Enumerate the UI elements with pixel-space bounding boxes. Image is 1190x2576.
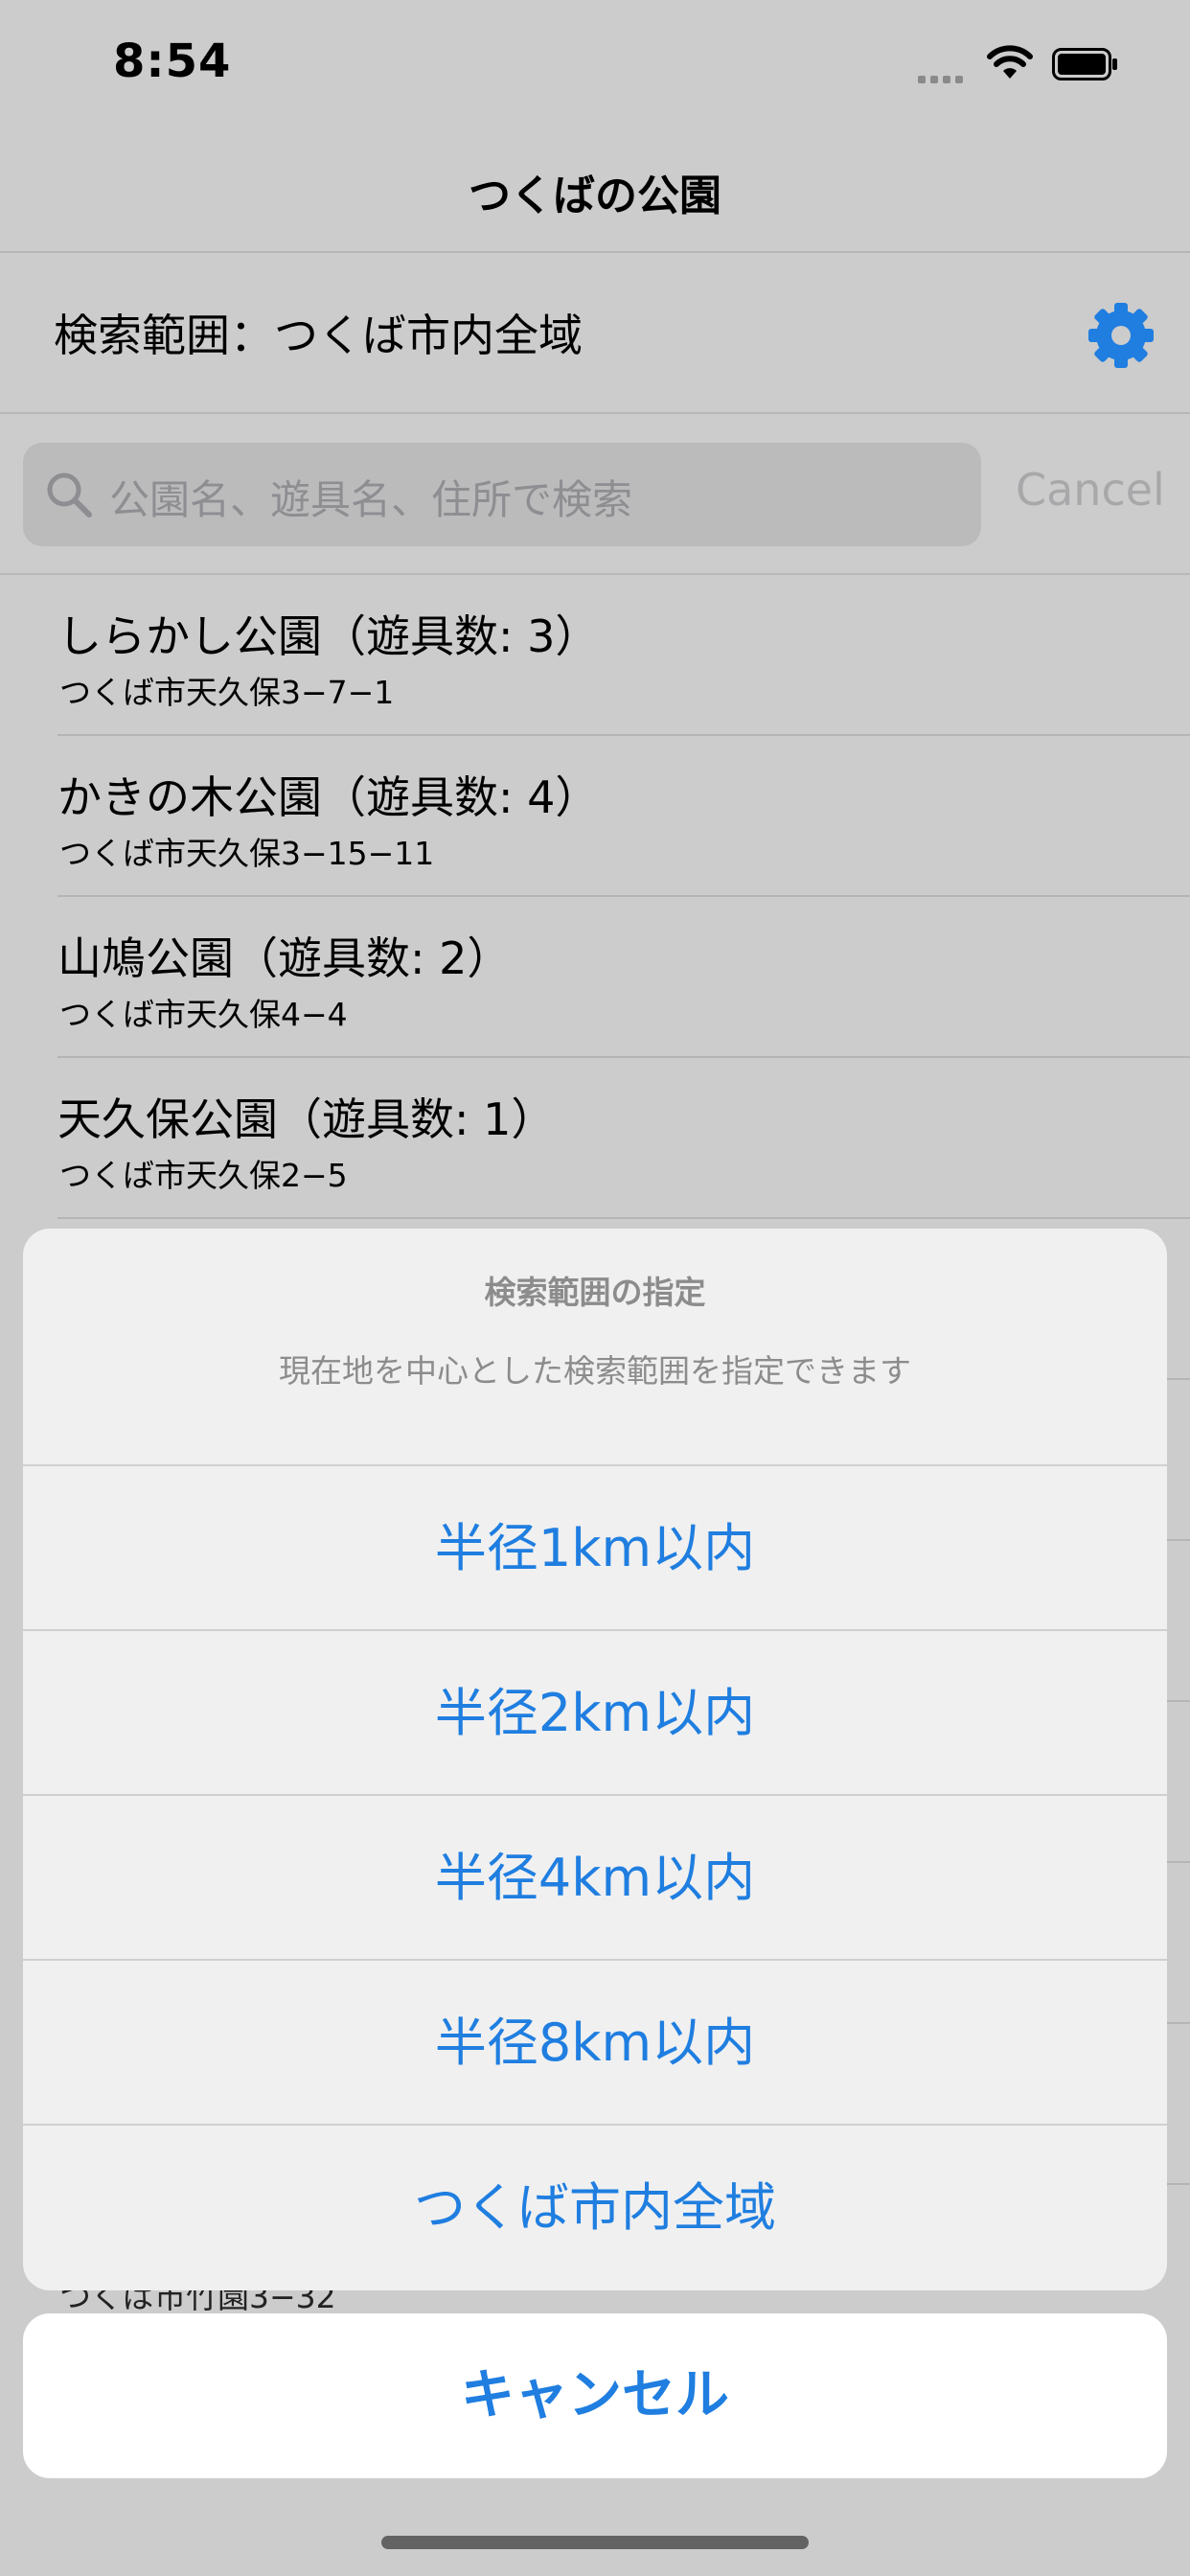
home-indicator[interactable] xyxy=(381,2536,809,2549)
list-item[interactable]: しらかし公園（遊具数: 3） つくば市天久保3−7−1 xyxy=(0,575,1190,736)
nav-bar: つくばの公園 xyxy=(0,134,1190,253)
page-title: つくばの公園 xyxy=(469,172,721,220)
option-radius-2km[interactable]: 半径2km以内 xyxy=(23,1631,1167,1796)
option-radius-4km[interactable]: 半径4km以内 xyxy=(23,1796,1167,1961)
signal-icon xyxy=(918,69,968,87)
park-address: つくば市天久保3−15−11 xyxy=(59,835,435,872)
park-name: しらかし公園（遊具数: 3） xyxy=(57,610,600,662)
action-sheet-message: 現在地を中心とした検索範囲を指定できます xyxy=(279,1352,911,1390)
option-radius-1km[interactable]: 半径1km以内 xyxy=(23,1466,1167,1631)
search-range-row: 検索範囲：つくば市内全域 xyxy=(0,253,1190,414)
park-address: つくば市天久保3−7−1 xyxy=(59,674,395,711)
battery-icon xyxy=(1052,48,1117,80)
action-sheet: 検索範囲の指定 現在地を中心とした検索範囲を指定できます 半径1km以内 半径2… xyxy=(23,1229,1167,2290)
park-address: つくば市天久保2−5 xyxy=(59,1157,348,1194)
park-name: 山鳩公園（遊具数: 2） xyxy=(57,932,512,984)
park-name: 天久保公園（遊具数: 1） xyxy=(57,1093,556,1145)
list-item[interactable]: かきの木公園（遊具数: 4） つくば市天久保3−15−11 xyxy=(0,736,1190,897)
status-time: 8:54 xyxy=(113,34,232,88)
search-input[interactable]: 公園名、遊具名、住所で検索 xyxy=(23,443,981,546)
option-radius-8km[interactable]: 半径8km以内 xyxy=(23,1961,1167,2126)
search-icon xyxy=(47,472,92,518)
list-item[interactable]: 山鳩公園（遊具数: 2） つくば市天久保4−4 xyxy=(0,897,1190,1058)
search-cancel-button[interactable]: Cancel xyxy=(1016,464,1165,516)
search-bar: 公園名、遊具名、住所で検索 Cancel xyxy=(0,414,1190,575)
status-bar: 8:54 xyxy=(0,0,1190,134)
list-item[interactable]: 天久保公園（遊具数: 1） つくば市天久保2−5 xyxy=(0,1058,1190,1219)
search-placeholder: 公園名、遊具名、住所で検索 xyxy=(109,476,633,523)
park-name: かきの木公園（遊具数: 4） xyxy=(57,771,600,823)
search-range-label: 検索範囲：つくば市内全域 xyxy=(54,310,583,361)
gear-icon[interactable] xyxy=(1085,299,1157,372)
wifi-icon xyxy=(987,45,1033,79)
park-address: つくば市天久保4−4 xyxy=(59,996,348,1033)
action-sheet-title: 検索範囲の指定 xyxy=(484,1274,706,1311)
option-whole-city[interactable]: つくば市内全域 xyxy=(23,2126,1167,2290)
action-sheet-cancel-button[interactable]: キャンセル xyxy=(23,2313,1167,2478)
park-list: しらかし公園（遊具数: 3） つくば市天久保3−7−1 かきの木公園（遊具数: … xyxy=(0,575,1190,1219)
action-sheet-header: 検索範囲の指定 現在地を中心とした検索範囲を指定できます xyxy=(23,1229,1167,1466)
